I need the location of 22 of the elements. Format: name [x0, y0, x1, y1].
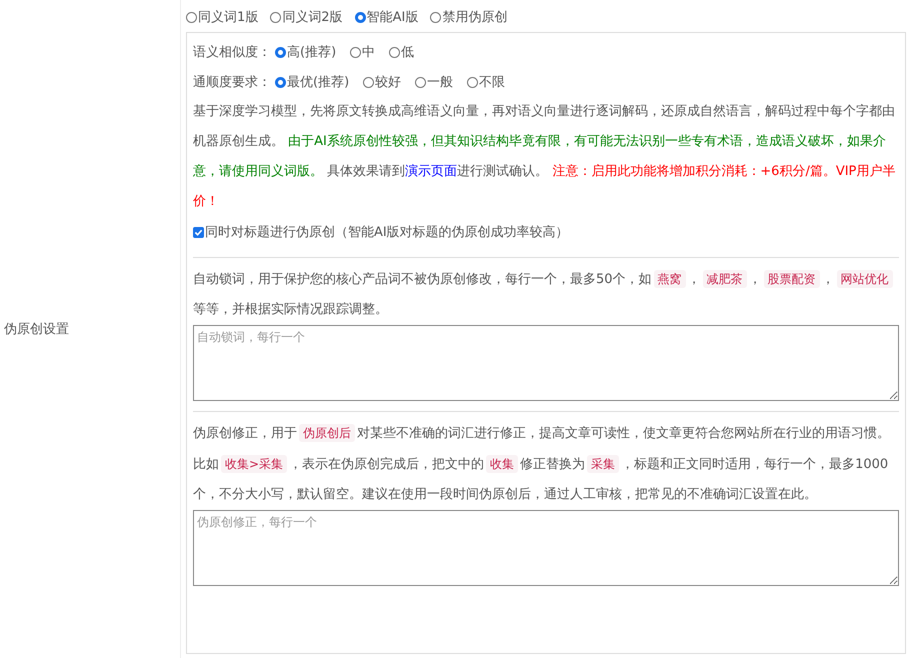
fluency-radio[interactable]: 不限 — [467, 73, 506, 91]
demo-page-link[interactable]: 演示页面 — [405, 164, 458, 179]
fluency-radio[interactable]: 一般 — [415, 73, 454, 91]
mode-radio[interactable]: 同义词2版 — [270, 8, 343, 26]
fluency-label: 通顺度要求： — [193, 74, 271, 91]
mode-radio[interactable]: 同义词1版 — [186, 8, 258, 26]
title-checkbox[interactable]: 同时对标题进行伪原创（智能AI版对标题的伪原创成功率较高） — [193, 223, 569, 241]
lock-words-description: 自动锁词，用于保护您的核心产品词不被伪原创修改，每行一个，最多50个，如 燕窝 ， 减肥茶 ， 股票配资 ， 网站优化 等等，并根据实际情况跟踪调整。 — [193, 264, 899, 325]
fluency-radio[interactable]: 最优(推荐) — [275, 73, 350, 91]
similarity-radio[interactable]: 中 — [350, 43, 376, 61]
check-icon — [194, 228, 203, 236]
corrections-field[interactable]: 伪原创修正，每行一个 — [193, 510, 899, 586]
similarity-label: 语义相似度： — [193, 44, 271, 61]
mode-radio[interactable]: 智能AI版 — [354, 8, 418, 26]
ai-description: 基于深度学习模型，先将原文转换成高维语义向量，再对语义向量进行逐词解码，还原成自然语言，解码过程中每个字都由机器原创生成。 由于AI系统原创性较强，但其知识结构毕竟有限，有可能无法识别一些专有术语，造成语义破坏，如果介意，请使用同义词版。 具体效果请到演示页面进行测试确认。 注意：启用此功能将增加积分消耗：+6积分/篇。VIP用户半价！ — [193, 103, 896, 211]
similarity-radio[interactable]: 高(推荐) — [275, 43, 336, 61]
fluency-radio[interactable]: 较好 — [363, 73, 402, 91]
corrections-description: 伪原创修正，用于 伪原创后 对某些不准确的词汇进行修正，提高文章可读性，使文章更符合您网站所在行业的用语习惯。比如 收集>采集 ，表示在伪原创完成后，把文中的 收集 修正替换为 采集 ，标题和正文同时适用，每行一个，最多1000个，不分大小写，默认留空。建议在使用一段时间伪原创后，通过人工审核，把常见的不准确词汇设置在此。 — [193, 423, 891, 504]
section-label: 伪原创设置 — [3, 321, 69, 338]
lock-words-field[interactable]: 自动锁词，每行一个 — [193, 325, 899, 401]
similarity-radio[interactable]: 低 — [389, 43, 414, 61]
mode-radio[interactable]: 禁用伪原创 — [430, 8, 508, 26]
